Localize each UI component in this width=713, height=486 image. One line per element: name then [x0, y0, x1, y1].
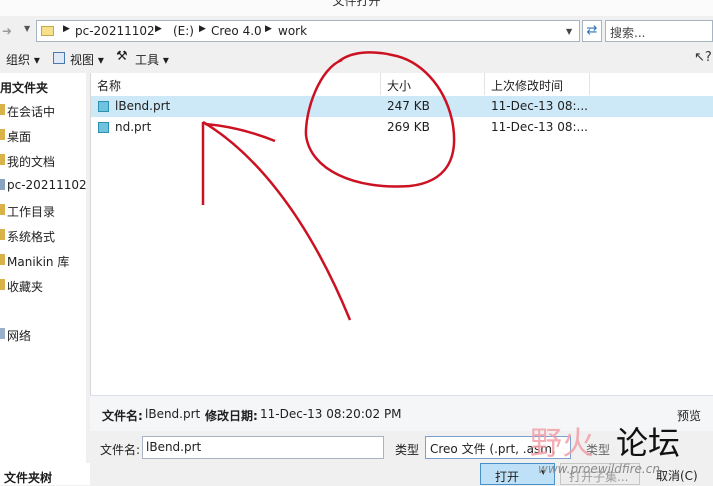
annotation-arrow-line — [202, 120, 352, 321]
annotation-circle — [304, 51, 456, 188]
annotation-arrow-head — [204, 122, 276, 143]
red-annotation — [201, 51, 456, 321]
